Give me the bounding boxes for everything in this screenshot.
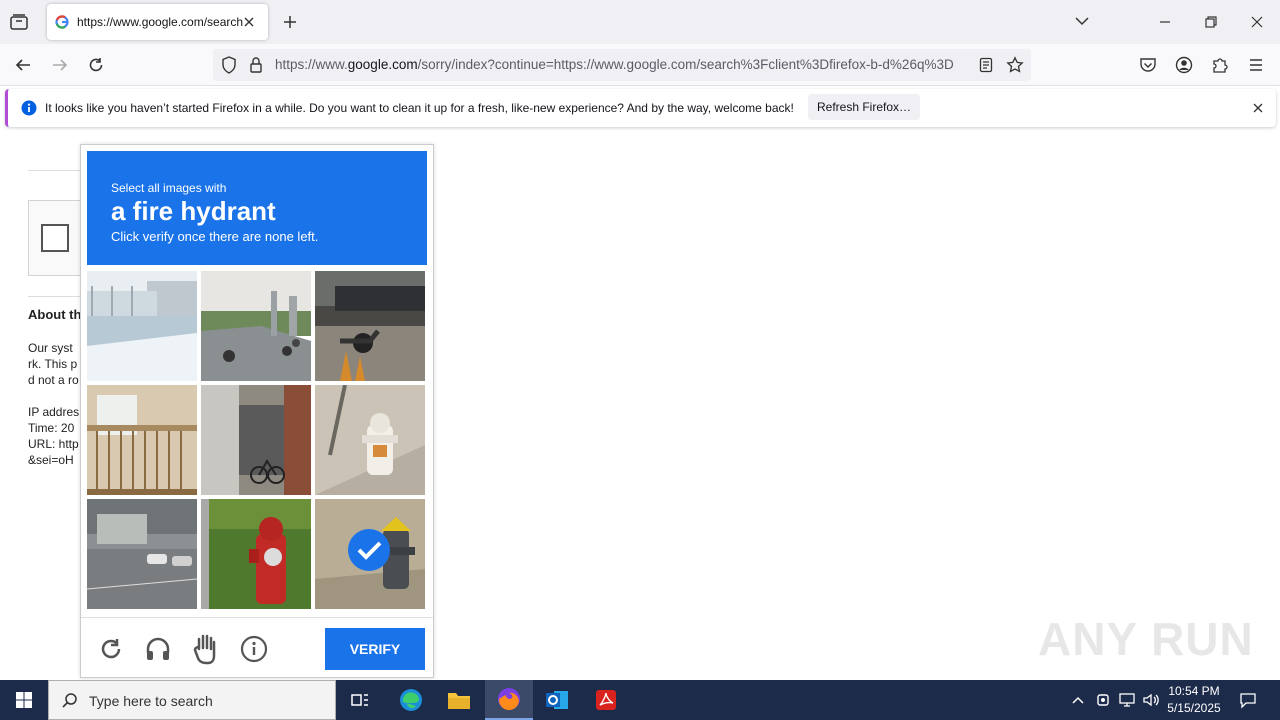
tab-list-icon[interactable] [8, 12, 30, 32]
captcha-challenge: Select all images with a fire hydrant Cl… [80, 144, 434, 678]
tab-title: https://www.google.com/search? [77, 15, 243, 29]
captcha-footer: VERIFY [81, 617, 433, 677]
captcha-tile-bicycle[interactable] [201, 385, 311, 495]
page-line: Our syst [28, 341, 73, 355]
reload-icon[interactable] [98, 636, 124, 662]
page-line: d not a ro [28, 373, 79, 387]
outlook-icon[interactable] [533, 680, 581, 720]
refresh-firefox-button[interactable]: Refresh Firefox… [808, 94, 920, 120]
notification-message: It looks like you haven’t started Firefo… [45, 101, 794, 115]
lock-icon[interactable] [249, 56, 263, 74]
hand-icon[interactable] [191, 633, 221, 665]
shield-icon[interactable] [221, 56, 237, 74]
anyrun-watermark: ANY RUN [1038, 613, 1254, 665]
clock-date: 5/15/2025 [1167, 701, 1221, 715]
captcha-header: Select all images with a fire hydrant Cl… [87, 151, 427, 265]
file-explorer-icon[interactable] [435, 680, 483, 720]
captcha-tile-parking-lot[interactable] [87, 499, 197, 609]
close-window-icon[interactable] [1250, 15, 1264, 29]
clock-time: 10:54 PM [1168, 684, 1220, 698]
recaptcha-checkbox[interactable] [41, 224, 69, 252]
network-icon[interactable] [1118, 692, 1136, 708]
page-line: IP addres [28, 405, 80, 419]
pocket-icon[interactable] [1139, 56, 1157, 74]
divider [28, 296, 88, 297]
back-icon[interactable] [14, 56, 32, 74]
captcha-tile-white-hydrant[interactable] [315, 385, 425, 495]
headphones-icon[interactable] [144, 635, 172, 663]
minimize-icon[interactable] [1158, 16, 1172, 28]
captcha-tile-balcony[interactable] [87, 385, 197, 495]
page-line: URL: http [28, 437, 79, 451]
address-bar[interactable]: https://www.google.com/sorry/index?conti… [213, 49, 1031, 81]
captcha-tile-red-hydrant[interactable] [201, 499, 311, 609]
chevron-down-icon[interactable] [1074, 15, 1090, 27]
info-icon [21, 100, 37, 116]
search-placeholder: Type here to search [89, 693, 213, 709]
system-clock[interactable]: 10:54 PM 5/15/2025 [1158, 683, 1230, 717]
reader-view-icon[interactable] [979, 57, 993, 73]
search-icon [61, 692, 79, 710]
info-icon[interactable] [240, 635, 268, 663]
notifications-icon[interactable] [1239, 691, 1257, 709]
about-heading: About th [28, 307, 82, 322]
verify-button[interactable]: VERIFY [325, 628, 425, 670]
acrobat-icon[interactable] [582, 680, 630, 720]
url-path: /sorry/index?continue=https://www.google… [417, 57, 954, 72]
notification-bar: It looks like you haven’t started Firefo… [5, 89, 1276, 127]
captcha-tile-motorcycle-cones[interactable] [315, 271, 425, 381]
windows-start-icon[interactable] [0, 680, 48, 720]
menu-icon[interactable] [1247, 56, 1265, 74]
reload-icon[interactable] [87, 56, 105, 74]
captcha-tile-motorcycles[interactable] [201, 271, 311, 381]
url-domain: google.com [347, 57, 418, 72]
google-favicon [55, 15, 69, 29]
forward-icon[interactable] [51, 56, 69, 74]
restore-icon[interactable] [1204, 15, 1218, 29]
firefox-icon[interactable] [485, 680, 533, 720]
captcha-target: a fire hydrant [111, 196, 276, 226]
browser-tab[interactable]: https://www.google.com/search? [47, 4, 268, 40]
meet-now-icon[interactable] [1096, 692, 1110, 708]
captcha-hint: Click verify once there are none left. [111, 229, 319, 244]
star-icon[interactable] [1006, 56, 1024, 74]
close-icon[interactable] [1252, 102, 1264, 114]
account-icon[interactable] [1175, 56, 1193, 74]
taskbar: Type here to search 10:54 PM 5/15/2025 [0, 680, 1280, 720]
navigation-bar: https://www.google.com/sorry/index?conti… [0, 44, 1280, 86]
close-tab-icon[interactable] [243, 16, 255, 28]
url-text[interactable]: https://www.google.com/sorry/index?conti… [275, 57, 970, 72]
divider [28, 170, 88, 171]
captcha-tile-bus-stop[interactable] [87, 271, 197, 381]
captcha-instruction: Select all images with [111, 181, 227, 195]
url-prefix: https://www. [275, 57, 348, 72]
page-line: rk. This p [28, 357, 78, 371]
new-tab-icon[interactable] [282, 14, 298, 30]
captcha-tile-grey-hydrant[interactable] [315, 499, 425, 609]
task-view-icon[interactable] [336, 680, 384, 720]
page-line: &sei=oH [28, 453, 74, 467]
chevron-up-icon[interactable] [1071, 693, 1085, 707]
taskbar-search-input[interactable]: Type here to search [48, 680, 336, 720]
page-line: Time: 20 [28, 421, 75, 435]
edge-icon[interactable] [387, 680, 435, 720]
extensions-icon[interactable] [1211, 56, 1229, 74]
tab-bar: https://www.google.com/search? [0, 0, 1280, 44]
